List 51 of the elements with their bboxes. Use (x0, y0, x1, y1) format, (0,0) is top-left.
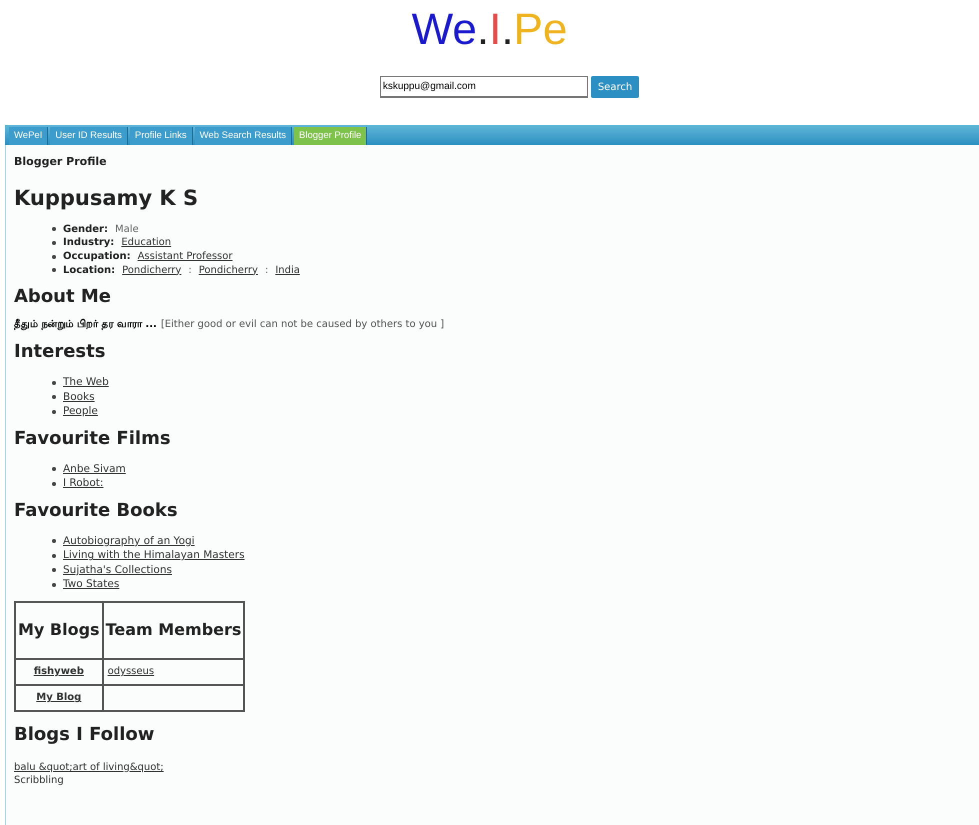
link[interactable]: The Web (63, 375, 109, 390)
bullet-icon (52, 568, 56, 572)
link[interactable]: balu &quot;art of living&quot; (14, 760, 164, 774)
quote: தீதும் நன்றும் பிறர் தர வாரா ... (14, 318, 157, 332)
link[interactable]: Pondicherry (122, 264, 182, 278)
bullet-icon (52, 241, 56, 246)
bullet-icon (52, 227, 56, 232)
detail-label: Industry: (63, 236, 114, 250)
link[interactable]: Pondicherry (198, 264, 258, 278)
bullet-icon (52, 554, 56, 558)
link[interactable]: odysseus (108, 666, 154, 678)
column-header: Team Members (102, 602, 244, 659)
search-button[interactable]: Search (590, 76, 640, 98)
section-heading: About Me (14, 286, 112, 308)
separator: : (264, 264, 268, 278)
link[interactable]: India (275, 264, 300, 278)
link[interactable]: Books (63, 390, 95, 404)
link[interactable]: Living with the Himalayan Masters (63, 548, 245, 563)
section-heading: Favourite Films (14, 428, 172, 450)
search-field[interactable]: kskuppu@gmail.com (380, 76, 588, 98)
bullet-icon (52, 380, 56, 385)
detail-value: Male (114, 222, 139, 236)
bullet-icon (52, 467, 56, 472)
link[interactable]: Education (121, 236, 172, 250)
bullet-icon (52, 539, 56, 544)
bullet-icon (52, 395, 56, 400)
translation: [Either good or evil can not be caused by others to you ] (160, 318, 444, 332)
page-title: Blogger Profile (14, 154, 108, 170)
section-heading: Interests (14, 341, 106, 364)
bullet-icon (52, 482, 56, 486)
detail-label: Occupation: (63, 250, 131, 264)
detail-label: Location: (63, 264, 116, 278)
bullet-icon (52, 254, 56, 259)
bullet-icon (52, 268, 56, 272)
section-heading: Blogs I Follow (14, 724, 156, 746)
link[interactable]: Sujatha's Collections (63, 562, 172, 578)
separator: : (188, 264, 192, 278)
detail-label: Gender: (63, 222, 108, 236)
bullet-icon (52, 410, 56, 414)
link[interactable]: Assistant Professor (138, 250, 232, 264)
bullet-icon (52, 582, 56, 587)
link[interactable]: I Robot: (63, 476, 104, 491)
column-header: My Blogs (15, 602, 103, 659)
section-heading: Favourite Books (14, 500, 179, 522)
profile-name: Kuppusamy K S (14, 184, 200, 210)
blog-name: Scribbling (14, 774, 64, 787)
link[interactable]: Autobiography of an Yogi (63, 534, 195, 548)
logo: We.I.Pe (412, 4, 568, 56)
link[interactable]: People (63, 404, 98, 419)
link[interactable]: Two States (63, 577, 120, 592)
link[interactable]: Anbe Sivam (63, 462, 126, 476)
